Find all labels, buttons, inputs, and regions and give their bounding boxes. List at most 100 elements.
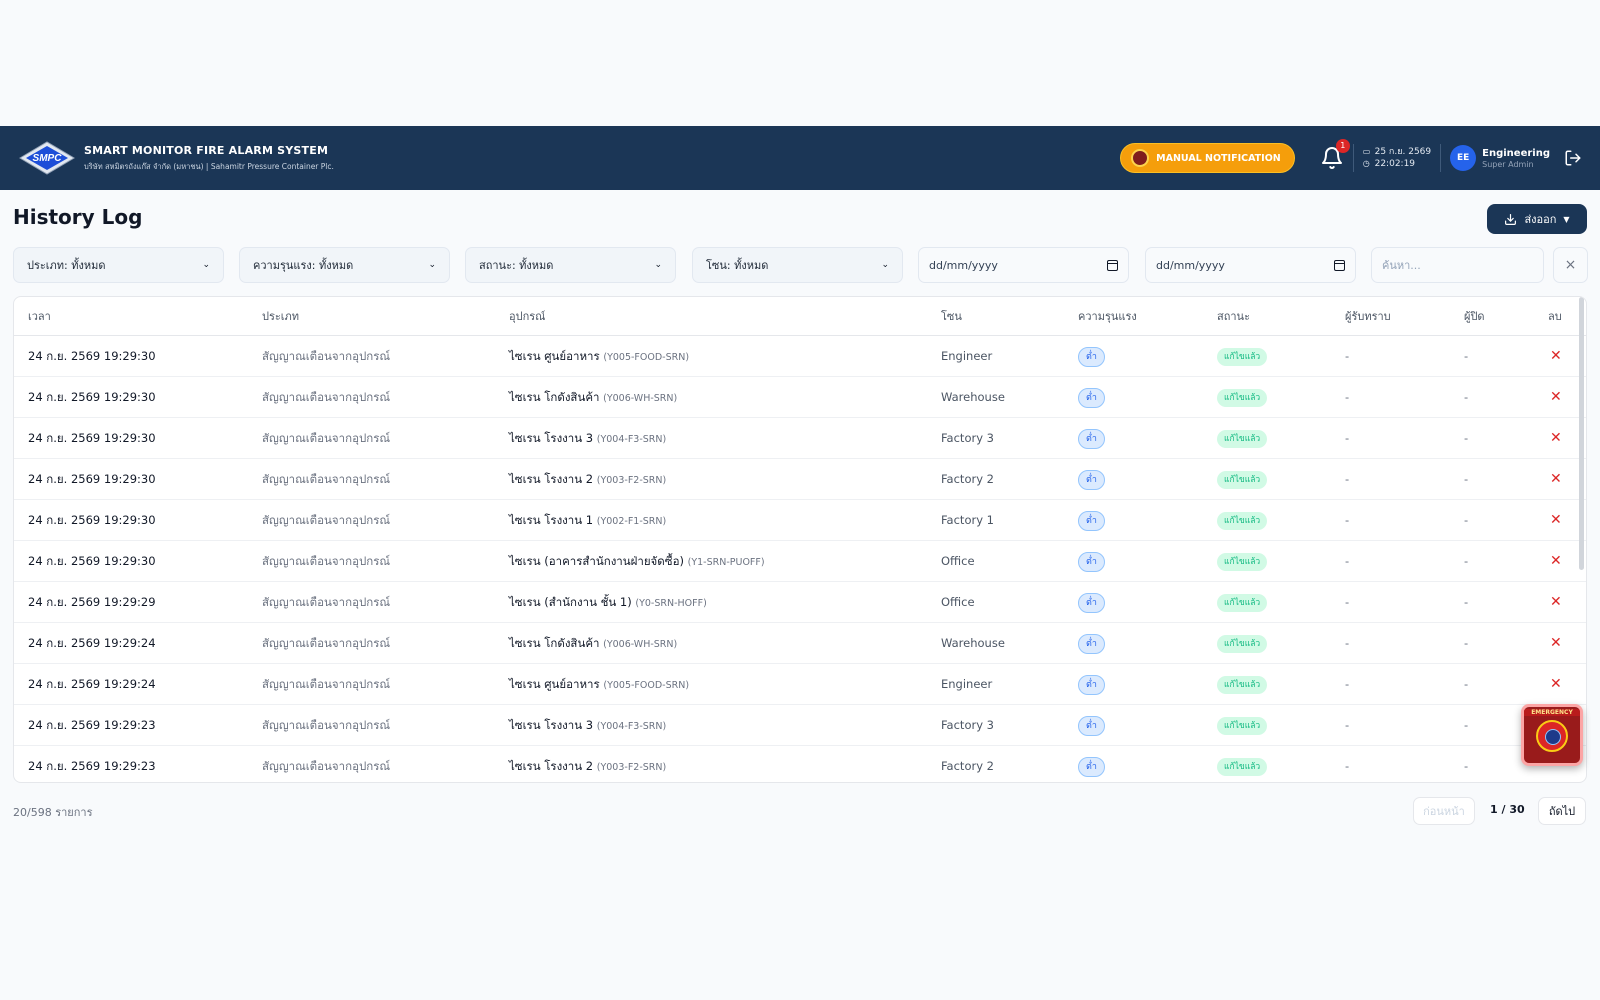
emergency-button[interactable]: EMERGENCY — [1521, 704, 1583, 766]
cell-severity: ต่ำ — [1078, 500, 1105, 541]
cell-zone: Office — [941, 595, 975, 609]
severity-filter-select[interactable]: ความรุนแรง: ทั้งหมด ⌄ — [239, 247, 450, 283]
column-header-zone[interactable]: โซน — [941, 297, 962, 336]
cell-type: สัญญาณเตือนจากอุปกรณ์ — [262, 472, 391, 486]
cell-closed-by: - — [1464, 349, 1469, 363]
cell-closed-by: - — [1464, 390, 1469, 404]
column-header-severity[interactable]: ความรุนแรง — [1078, 297, 1137, 336]
calendar-icon[interactable] — [1334, 259, 1345, 271]
table-row[interactable]: 24 ก.ย. 2569 19:29:23 สัญญาณเตือนจากอุปกร… — [14, 746, 1586, 782]
delete-icon[interactable]: ✕ — [1550, 623, 1562, 664]
status-badge: แก้ไขแล้ว — [1217, 470, 1268, 489]
clear-filters-button[interactable]: × — [1553, 247, 1588, 283]
device-code: (Y002-F1-SRN) — [596, 516, 667, 527]
cell-zone: Factory 2 — [941, 759, 994, 773]
delete-icon[interactable]: ✕ — [1550, 459, 1562, 500]
table-row[interactable]: 24 ก.ย. 2569 19:29:30 สัญญาณเตือนจากอุปกร… — [14, 377, 1586, 418]
date-to-input[interactable]: dd/mm/yyyy — [1145, 247, 1356, 283]
type-filter-select[interactable]: ประเภท: ทั้งหมด ⌄ — [13, 247, 224, 283]
column-header-type[interactable]: ประเภท — [262, 297, 299, 336]
manual-notification-button[interactable]: MANUAL NOTIFICATION — [1120, 143, 1295, 173]
user-avatar[interactable]: EE — [1450, 145, 1477, 171]
cell-type: สัญญาณเตือนจากอุปกรณ์ — [262, 554, 391, 568]
cell-time: 24 ก.ย. 2569 19:29:30 — [28, 349, 156, 363]
previous-page-button[interactable]: ก่อนหน้า — [1413, 797, 1475, 825]
cell-device: ไซเรน ศูนย์อาหาร (Y005-FOOD-SRN) — [509, 336, 689, 378]
current-time: 22:02:19 — [1374, 159, 1416, 169]
table-row[interactable]: 24 ก.ย. 2569 19:29:30 สัญญาณเตือนจากอุปกร… — [14, 541, 1586, 582]
cell-type: สัญญาณเตือนจากอุปกรณ์ — [262, 349, 391, 363]
table-row[interactable]: 24 ก.ย. 2569 19:29:23 สัญญาณเตือนจากอุปกร… — [14, 705, 1586, 746]
cell-severity: ต่ำ — [1078, 541, 1105, 582]
column-header-status[interactable]: สถานะ — [1217, 297, 1250, 336]
delete-icon[interactable]: ✕ — [1550, 541, 1562, 582]
cell-closed-by: - — [1464, 513, 1469, 527]
device-code: (Y004-F3-SRN) — [596, 434, 667, 445]
status-filter-select[interactable]: สถานะ: ทั้งหมด ⌄ — [465, 247, 676, 283]
delete-icon[interactable]: ✕ — [1550, 664, 1562, 705]
history-table: เวลา ประเภท อุปกรณ์ โซน ความรุนแรง สถานะ… — [13, 296, 1587, 783]
delete-icon[interactable]: ✕ — [1550, 418, 1562, 459]
table-row[interactable]: 24 ก.ย. 2569 19:29:24 สัญญาณเตือนจากอุปกร… — [14, 623, 1586, 664]
notification-bell-icon[interactable]: 1 — [1320, 139, 1350, 170]
search-placeholder: ค้นหา... — [1382, 259, 1421, 272]
cell-type: สัญญาณเตือนจากอุปกรณ์ — [262, 636, 391, 650]
table-row[interactable]: 24 ก.ย. 2569 19:29:29 สัญญาณเตือนจากอุปกร… — [14, 582, 1586, 623]
cell-severity: ต่ำ — [1078, 418, 1105, 459]
cell-device: ไซเรน ศูนย์อาหาร (Y005-FOOD-SRN) — [509, 664, 689, 706]
cell-device: ไซเรน โรงงาน 2 (Y003-F2-SRN) — [509, 459, 666, 501]
severity-badge: ต่ำ — [1078, 756, 1105, 777]
divider — [1440, 144, 1442, 172]
cell-zone: Factory 3 — [941, 718, 994, 732]
brand[interactable]: SMPC SMART MONITOR FIRE ALARM SYSTEM บริ… — [18, 138, 334, 178]
cell-status: แก้ไขแล้ว — [1217, 705, 1268, 746]
table-row[interactable]: 24 ก.ย. 2569 19:29:30 สัญญาณเตือนจากอุปกร… — [14, 336, 1586, 377]
column-header-device[interactable]: อุปกรณ์ — [509, 297, 545, 336]
delete-icon[interactable]: ✕ — [1550, 500, 1562, 541]
device-code: (Y003-F2-SRN) — [596, 475, 667, 486]
status-badge: แก้ไขแล้ว — [1217, 552, 1268, 571]
severity-badge: ต่ำ — [1078, 674, 1105, 695]
cell-closed-by: - — [1464, 595, 1469, 609]
device-code: (Y006-WH-SRN) — [603, 639, 678, 650]
cell-severity: ต่ำ — [1078, 459, 1105, 500]
cell-device: ไซเรน โรงงาน 3 (Y004-F3-SRN) — [509, 705, 666, 747]
delete-icon[interactable]: ✕ — [1550, 336, 1562, 377]
cell-zone: Factory 2 — [941, 472, 994, 486]
cell-closed-by: - — [1464, 636, 1469, 650]
column-header-closed-by[interactable]: ผู้ปิด — [1464, 297, 1485, 336]
cell-acknowledged-by: - — [1345, 513, 1350, 527]
status-badge: แก้ไขแล้ว — [1217, 388, 1268, 407]
page-title: History Log — [13, 205, 143, 229]
type-filter-value: ประเภท: ทั้งหมด — [27, 259, 106, 272]
chevron-down-icon: ⌄ — [881, 260, 889, 270]
user-info[interactable]: Engineering Super Admin — [1482, 148, 1550, 169]
table-row[interactable]: 24 ก.ย. 2569 19:29:30 สัญญาณเตือนจากอุปกร… — [14, 500, 1586, 541]
next-page-button[interactable]: ถัดไป — [1538, 797, 1586, 825]
zone-filter-select[interactable]: โซน: ทั้งหมด ⌄ — [692, 247, 903, 283]
device-code: (Y1-SRN-PUOFF) — [687, 557, 765, 568]
export-button[interactable]: ส่งออก ▼ — [1487, 204, 1587, 234]
table-scrollbar[interactable] — [1579, 297, 1584, 570]
delete-icon[interactable]: ✕ — [1550, 582, 1562, 623]
cell-zone: Warehouse — [941, 636, 1005, 650]
date-from-input[interactable]: dd/mm/yyyy — [918, 247, 1129, 283]
table-row[interactable]: 24 ก.ย. 2569 19:29:24 สัญญาณเตือนจากอุปกร… — [14, 664, 1586, 705]
cell-acknowledged-by: - — [1345, 390, 1350, 404]
cell-acknowledged-by: - — [1345, 595, 1350, 609]
cell-time: 24 ก.ย. 2569 19:29:30 — [28, 513, 156, 527]
emergency-label: EMERGENCY — [1524, 709, 1580, 716]
table-row[interactable]: 24 ก.ย. 2569 19:29:30 สัญญาณเตือนจากอุปกร… — [14, 459, 1586, 500]
column-header-acknowledged-by[interactable]: ผู้รับทราบ — [1345, 297, 1391, 336]
column-header-time[interactable]: เวลา — [28, 297, 51, 336]
device-name: ไซเรน โกดังสินค้า — [509, 636, 600, 650]
device-name: ไซเรน ศูนย์อาหาร — [509, 349, 600, 363]
device-code: (Y0-SRN-HOFF) — [635, 598, 707, 609]
delete-icon[interactable]: ✕ — [1550, 377, 1562, 418]
table-row[interactable]: 24 ก.ย. 2569 19:29:30 สัญญาณเตือนจากอุปกร… — [14, 418, 1586, 459]
cell-zone: Engineer — [941, 349, 993, 363]
severity-badge: ต่ำ — [1078, 428, 1105, 449]
calendar-icon[interactable] — [1107, 259, 1118, 271]
logout-icon[interactable] — [1564, 149, 1582, 167]
search-input[interactable]: ค้นหา... — [1371, 247, 1544, 283]
